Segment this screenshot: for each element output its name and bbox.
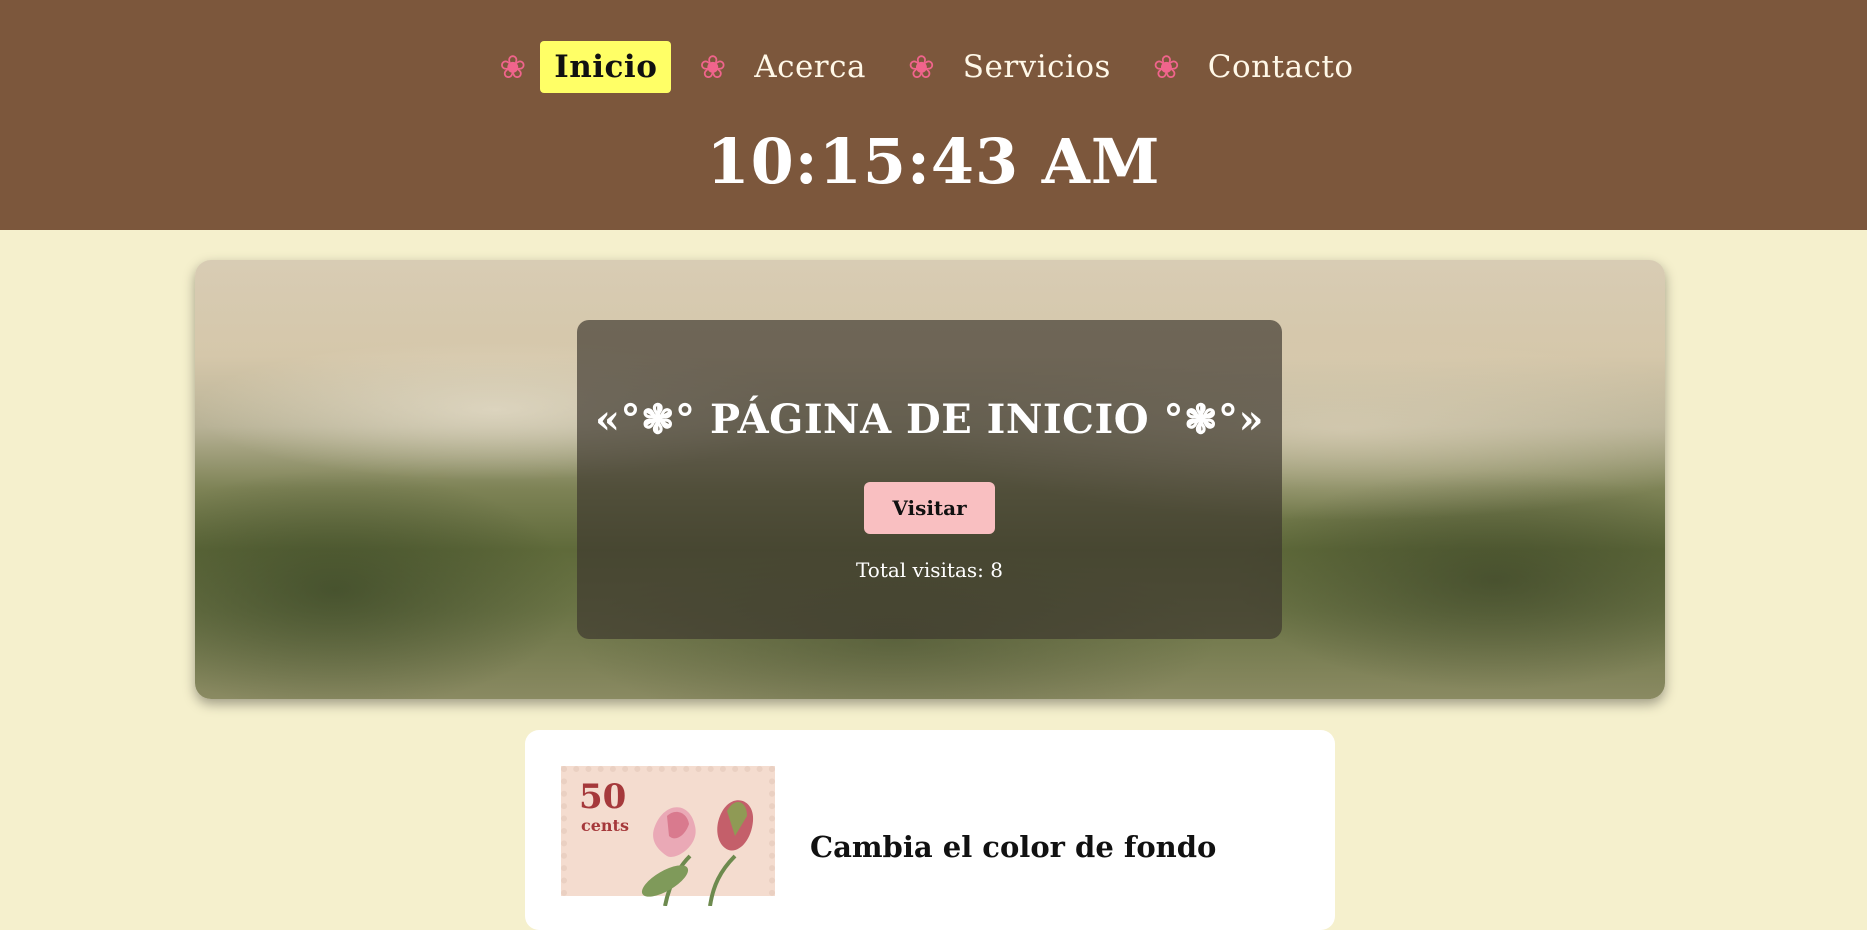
tulip-illustration [641,800,754,906]
clock-display: 10:15:43 AM [706,125,1161,198]
header: ❀ Inicio ❀ Acerca ❀ Servicios ❀ Contacto… [0,0,1867,230]
flower-icon: ❀ [699,48,727,86]
background-color-card: 50 cents Cambia el color de fondo [525,730,1335,930]
nav-item-servicios: ❀ Servicios [908,41,1125,93]
flower-icon: ❀ [907,48,935,86]
hero-card: «°❃° PÁGINA DE INICIO °❃°» Visitar Total… [577,320,1282,639]
nav-item-contacto: ❀ Contacto [1153,41,1368,93]
page-title: «°❃° PÁGINA DE INICIO °❃°» [595,396,1264,443]
section-title: Cambia el color de fondo [810,830,1217,864]
nav-link-inicio[interactable]: Inicio [540,41,672,93]
nav-item-acerca: ❀ Acerca [699,41,880,93]
flower-icon: ❀ [499,48,527,86]
nav-link-contacto[interactable]: Contacto [1194,41,1368,93]
nav-link-servicios[interactable]: Servicios [949,41,1125,93]
nav-item-inicio: ❀ Inicio [499,41,672,93]
postage-stamp-image: 50 cents [561,766,775,906]
visit-counter: Total visitas: 8 [856,558,1003,582]
visit-button[interactable]: Visitar [864,482,995,534]
hero-banner: «°❃° PÁGINA DE INICIO °❃°» Visitar Total… [195,260,1665,699]
main-nav: ❀ Inicio ❀ Acerca ❀ Servicios ❀ Contacto [0,38,1867,96]
flower-icon: ❀ [1152,48,1180,86]
nav-link-acerca[interactable]: Acerca [740,41,880,93]
